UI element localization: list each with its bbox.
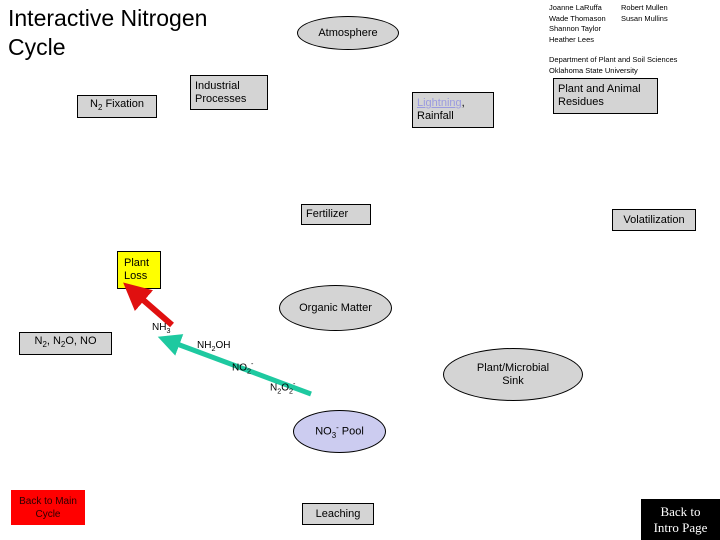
credit-name: Joanne LaRuffa [549, 3, 602, 12]
node-leaching-label: Leaching [315, 507, 361, 520]
node-fertilizer-label: Fertilizer [306, 208, 349, 220]
credit-name: Wade Thomason [549, 13, 606, 23]
back-to-intro-page-line2: Intro Page [653, 519, 708, 535]
nitrogen-cycle-slide: Interactive Nitrogen Cycle Joanne LaRuff… [0, 0, 720, 540]
node-leaching[interactable]: Leaching [302, 503, 374, 525]
node-industrial-processes-line1: Industrial [195, 79, 240, 92]
node-plant-loss[interactable]: Plant Loss [117, 251, 161, 289]
back-to-main-cycle-button[interactable]: Back to Main Cycle [11, 490, 85, 525]
arrow-label-no2: NO2- [232, 359, 254, 376]
credit-name [621, 35, 717, 46]
credit-name [621, 24, 717, 35]
back-to-main-cycle-line2: Cycle [35, 508, 61, 520]
node-plant-microbial-sink-line2: Sink [502, 374, 524, 387]
node-plant-animal-residues[interactable]: Plant and Animal Residues [553, 78, 658, 114]
node-atmosphere-label: Atmosphere [318, 26, 378, 39]
back-to-intro-page-button[interactable]: Back to Intro Page [641, 499, 720, 540]
node-no3-pool[interactable]: NO3- Pool [293, 410, 386, 453]
node-plant-loss-line2: Loss [124, 270, 148, 282]
lightning-comma: , [461, 97, 465, 109]
node-lightning-rainfall[interactable]: Lightning, Rainfall [412, 92, 494, 128]
credits-names: Joanne LaRuffa Robert Mullen Wade Thomas… [549, 3, 717, 45]
node-volatilization-label: Volatilization [623, 213, 685, 226]
node-atmosphere[interactable]: Atmosphere [297, 16, 399, 50]
arrow-label-n2o2: N2O2- [270, 379, 296, 396]
node-plant-loss-line1: Plant [124, 257, 150, 269]
credit-name: Shannon Taylor [549, 24, 601, 33]
node-n2-fixation-label: N2 Fixation [90, 98, 144, 113]
node-industrial-processes-line2: Processes [195, 92, 247, 105]
node-plant-microbial-sink[interactable]: Plant/Microbial Sink [443, 348, 583, 401]
back-to-main-cycle-line1: Back to Main [19, 495, 77, 507]
node-gases-label: N2, N2O, NO [34, 335, 97, 350]
node-plant-animal-residues-line2: Residues [558, 96, 604, 108]
page-title-line2: Cycle [8, 33, 66, 60]
node-n2-fixation[interactable]: N2 Fixation [77, 95, 157, 118]
node-no3-pool-label: NO3- Pool [315, 423, 364, 440]
credit-name: Heather Lees [549, 34, 595, 44]
node-plant-animal-residues-line1: Plant and Animal [558, 83, 641, 95]
node-gases[interactable]: N2, N2O, NO [19, 332, 112, 355]
arrow-label-nh3: NH3 [152, 322, 171, 335]
credits-university: Oklahoma State University [549, 65, 638, 75]
credit-name: Susan Mullins [621, 13, 668, 23]
node-organic-matter-label: Organic Matter [299, 301, 372, 314]
lightning-link[interactable]: Lightning [417, 97, 462, 109]
page-title-line1: Interactive Nitrogen [8, 5, 208, 31]
credit-name: Robert Mullen [621, 3, 668, 12]
node-organic-matter[interactable]: Organic Matter [279, 285, 392, 331]
node-plant-microbial-sink-line1: Plant/Microbial [476, 361, 550, 374]
page-title: Interactive Nitrogen Cycle [8, 4, 258, 62]
node-rainfall-label: Rainfall [417, 110, 454, 122]
arrow-nh3-to-plant-loss [123, 282, 174, 328]
node-volatilization[interactable]: Volatilization [612, 209, 696, 231]
credits-block: Joanne LaRuffa Robert Mullen Wade Thomas… [549, 3, 717, 76]
arrow-label-nh2oh: NH2OH [197, 340, 231, 353]
node-lightning-row: Lightning, [417, 97, 465, 110]
back-to-intro-page-line1: Back to [660, 503, 701, 519]
credits-department: Department of Plant and Soil Sciences [549, 55, 678, 64]
node-fertilizer[interactable]: Fertilizer [301, 204, 371, 225]
node-industrial-processes[interactable]: Industrial Processes [190, 75, 268, 110]
